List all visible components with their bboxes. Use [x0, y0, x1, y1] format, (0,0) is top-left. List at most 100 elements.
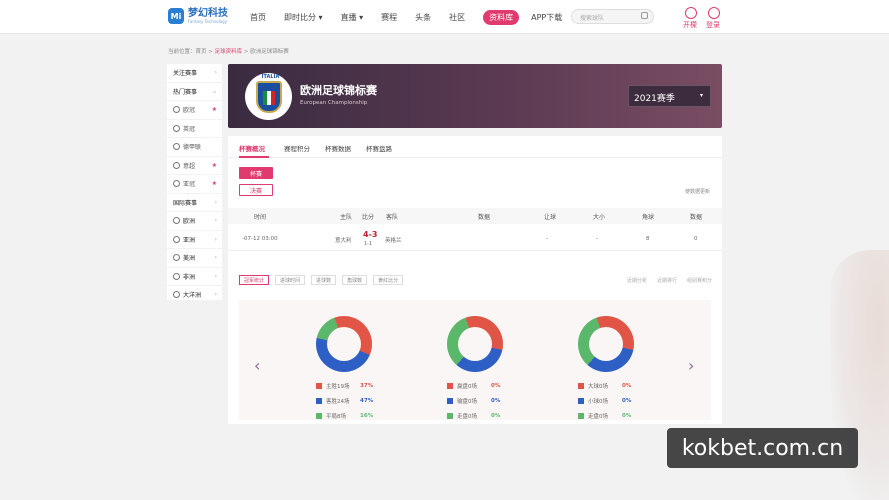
table-row[interactable]: -07-12 03:00 意大利 4-3 1-1 英格兰 - - 8 0 — [228, 227, 722, 251]
league-icon — [173, 124, 180, 132]
legend-item: 大球0场 0% — [578, 378, 631, 393]
chevron-right-icon[interactable]: › — [688, 356, 694, 375]
subtab-cards[interactable]: 黄红比分 — [373, 275, 404, 285]
star-icon[interactable]: ★ — [212, 162, 217, 169]
group-stage-button[interactable]: 杯赛 — [239, 167, 273, 179]
nav-headlines[interactable]: 头条 — [415, 12, 431, 23]
legend-percent: 37% — [360, 382, 374, 389]
globe-icon — [173, 272, 180, 280]
sidebar-item-label: 德甲联 — [183, 144, 202, 152]
tab-cup-data[interactable]: 杯赛数据 — [325, 143, 351, 153]
watermark: kokbet.com.cn — [667, 428, 858, 468]
sidebar-item-americas[interactable]: 美洲 › — [167, 249, 222, 268]
sidebar-item-oceania[interactable]: 大洋洲 › — [167, 286, 222, 305]
sidebar-item-europe[interactable]: 欧洲 › — [167, 212, 222, 231]
league-icon — [173, 143, 180, 151]
subtab-goal-count[interactable]: 进球数 — [311, 275, 337, 285]
filter-recent-ranking[interactable]: 近期排行 — [657, 277, 677, 284]
overunder-value: - — [596, 236, 598, 242]
login-button[interactable]: 登录 — [706, 20, 720, 30]
sidebar-item-label: 英冠 — [183, 125, 196, 133]
globe-icon — [173, 235, 180, 243]
site-logo[interactable]: Mi 梦幻科技 Fantasy Technology — [168, 8, 228, 24]
tab-handicap-trends[interactable]: 杯赛盘路 — [366, 143, 392, 153]
top-navigation-bar: Mi 梦幻科技 Fantasy Technology 首页 即时比分 ▾ 直播 … — [0, 0, 889, 34]
nav-live-stream[interactable]: 直播 ▾ — [341, 12, 364, 23]
legend-item: 走盘0场 0% — [578, 408, 631, 423]
nav-live-scores[interactable]: 即时比分 ▾ — [284, 12, 323, 23]
home-team[interactable]: 意大利 — [335, 236, 352, 244]
legend-percent: 0% — [622, 397, 632, 404]
legend-item: 赢盘0场 0% — [447, 378, 500, 393]
open-button[interactable]: 开檬 — [683, 20, 697, 30]
tab-schedule-standings[interactable]: 赛程积分 — [284, 143, 310, 153]
league-icon — [173, 180, 180, 188]
legend-label: 小球0场 — [588, 398, 608, 405]
search-icon[interactable] — [641, 12, 648, 19]
nav-community[interactable]: 社区 — [449, 12, 465, 23]
sidebar-item-german[interactable]: 德甲联 — [167, 138, 222, 157]
match-score[interactable]: 4-3 — [363, 230, 377, 239]
sidebar-item-championship[interactable]: 英冠 — [167, 120, 222, 138]
league-sidebar: 关注赛事 › 热门赛事 ⌄ 欧冠 ★ 英冠 德甲联 意超 ★ 亚冠 ★ 国际赛事 › 欧洲 ›… — [167, 64, 222, 305]
breadcrumb-prefix: 当前位置： — [168, 49, 196, 55]
shield-icon: ITALIA — [255, 74, 282, 113]
globe-icon — [173, 217, 180, 225]
star-icon[interactable]: ★ — [212, 106, 217, 113]
nav-app-download[interactable]: APP下载 — [531, 12, 562, 23]
final-stage-button[interactable]: 决赛 — [239, 184, 273, 196]
subtab-champion-stats[interactable]: 冠军统计 — [239, 275, 270, 285]
sidebar-item-africa[interactable]: 非洲 › — [167, 268, 222, 286]
handicap-donut-chart — [447, 316, 503, 372]
column-header: 数据 — [690, 214, 703, 221]
breadcrumb-current: 欧洲足球锦标赛 — [250, 49, 289, 55]
sidebar-item-label: 非洲 — [183, 273, 196, 281]
legend-swatch — [578, 382, 584, 389]
sidebar-item-asia[interactable]: 亚洲 › — [167, 231, 222, 249]
breadcrumb: 当前位置：首页 > 足球资料库 > 欧洲足球锦标赛 — [168, 47, 289, 55]
sidebar-item-afc[interactable]: 亚冠 ★ — [167, 175, 222, 194]
column-header: 角球 — [642, 214, 655, 221]
sidebar-item-italy[interactable]: 意超 ★ — [167, 157, 222, 175]
handicap-legend: 赢盘0场 0% 输盘0场 0% 走盘0场 0% — [447, 378, 500, 423]
legend-swatch — [578, 397, 584, 404]
main-nav: 首页 即时比分 ▾ 直播 ▾ 赛程 头条 社区 资料库 APP下载 — [250, 0, 580, 34]
user-icon[interactable] — [708, 7, 720, 19]
subtab-goal-time[interactable]: 进球时间 — [275, 275, 306, 285]
column-header: 数据 — [478, 214, 491, 221]
legend-item: 平局8场 16% — [316, 408, 373, 423]
corners-value: 8 — [646, 236, 650, 242]
open-icon[interactable] — [685, 7, 697, 19]
legend-label: 走盘0场 — [457, 413, 477, 420]
tab-overview[interactable]: 杯赛概况 — [239, 143, 265, 153]
logo-text: 梦幻科技 — [188, 7, 228, 19]
sidebar-item-label: 亚洲 — [183, 236, 196, 244]
globe-icon — [173, 254, 180, 262]
column-header: 让球 — [544, 214, 557, 221]
season-select[interactable]: 2021赛季 ▾ — [628, 85, 711, 107]
sidebar-item-label: 国际赛事 — [173, 199, 198, 207]
competition-title: 欧洲足球锦标赛 — [300, 84, 377, 97]
breadcrumb-home[interactable]: 首页 — [196, 49, 207, 55]
nav-schedule[interactable]: 赛程 — [381, 12, 397, 23]
star-icon[interactable]: ★ — [212, 180, 217, 187]
sidebar-item-followed[interactable]: 关注赛事 › — [167, 64, 222, 83]
away-team[interactable]: 英格兰 — [385, 236, 402, 244]
chevron-left-icon[interactable]: ‹ — [254, 356, 260, 375]
match-table-header: 时间 主队 比分 客队 数据 让球 大小 角球 数据 — [228, 208, 722, 224]
legend-swatch — [316, 382, 322, 389]
breadcrumb-library[interactable]: 足球资料库 — [215, 49, 243, 55]
sidebar-item-label: 欧冠 — [183, 107, 196, 115]
filter-group-points[interactable]: 组别赛积分 — [687, 277, 712, 284]
legend-percent: 0% — [622, 382, 632, 389]
emblem-text: ITALIA — [261, 73, 280, 80]
filter-recent-analysis[interactable]: 近期分析 — [627, 277, 647, 284]
nav-home[interactable]: 首页 — [250, 12, 266, 23]
chevron-down-icon: ⌄ — [211, 87, 217, 95]
update-hint[interactable]: 使数据更新 — [685, 188, 710, 195]
nav-database[interactable]: 资料库 — [483, 9, 520, 25]
subtab-corner-count[interactable]: 角球数 — [342, 275, 368, 285]
sidebar-item-international[interactable]: 国际赛事 › — [167, 194, 222, 212]
sidebar-item-ucl[interactable]: 欧冠 ★ — [167, 101, 222, 120]
sidebar-item-hot[interactable]: 热门赛事 ⌄ — [167, 83, 222, 101]
